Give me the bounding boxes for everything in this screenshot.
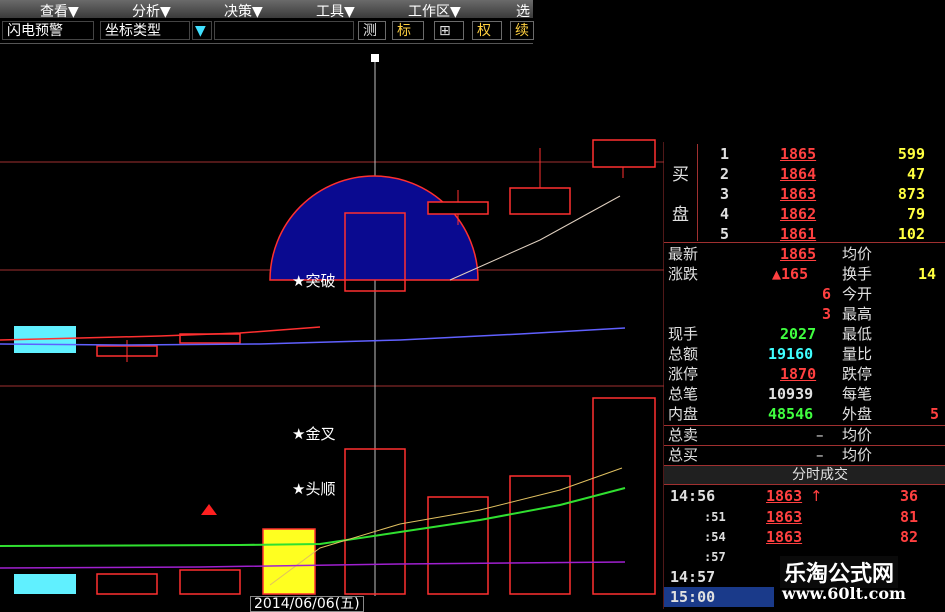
bid-price: 1864 bbox=[780, 165, 817, 183]
volume-bar bbox=[14, 574, 76, 594]
tick-header: 分时成交 bbox=[792, 467, 848, 483]
menu-bar: 查看▼ 分析▼ 决策▼ 工具▼ 工作区▼ 选 bbox=[0, 0, 533, 20]
avg3-label: 均价 bbox=[842, 446, 873, 464]
amount-label: 总额 bbox=[668, 345, 699, 363]
toolbar: 闪电预警 坐标类型 ▼ 测 标 ⊞ 权 续 bbox=[0, 18, 534, 44]
volume-bar bbox=[592, 397, 656, 595]
outer-label: 外盘 bbox=[842, 405, 873, 423]
time-highlight: 15:00 bbox=[664, 587, 774, 607]
bid-volume: 873 bbox=[897, 185, 925, 203]
continue-button[interactable]: 续 bbox=[510, 21, 534, 40]
avg-label: 均价 bbox=[842, 245, 873, 263]
bid-price: 1865 bbox=[780, 145, 817, 163]
candle bbox=[592, 139, 656, 168]
outer-value: 5 bbox=[930, 405, 940, 423]
change-value: ▲165 bbox=[772, 265, 809, 283]
date-label: 2014/06/06(五) bbox=[250, 596, 364, 612]
latest-value: 1865 bbox=[780, 245, 817, 263]
bid-price: 1862 bbox=[780, 205, 817, 223]
head-shoulder-label: ★头顺 bbox=[292, 480, 336, 498]
inner-value: 48546 bbox=[768, 405, 814, 423]
vol-ratio-label: 量比 bbox=[842, 345, 873, 363]
limit-up-label: 涨停 bbox=[668, 365, 699, 383]
total-sell-value: – bbox=[816, 426, 824, 444]
latest-label: 最新 bbox=[668, 245, 699, 263]
total-trades-value: 10939 bbox=[768, 385, 814, 403]
signal-triangle-icon bbox=[201, 504, 217, 515]
ma-line-blue bbox=[0, 327, 626, 346]
total-buy-value: – bbox=[816, 446, 824, 464]
dropdown-arrow-icon[interactable]: ▼ bbox=[192, 21, 212, 40]
buy-label-2: 盘 bbox=[672, 205, 689, 225]
volume-bar bbox=[96, 573, 158, 595]
arc-bottom-shape bbox=[269, 175, 479, 281]
candle bbox=[427, 201, 489, 215]
bid-volume: 47 bbox=[906, 165, 925, 183]
total-trades-label: 总笔 bbox=[668, 385, 699, 403]
change-label: 涨跌 bbox=[668, 265, 699, 283]
golden-cross-label: ★金叉 bbox=[292, 425, 336, 443]
kline-chart[interactable] bbox=[0, 44, 664, 609]
bid-volume: 79 bbox=[906, 205, 925, 223]
volume-bar bbox=[509, 475, 571, 595]
total-sell-label: 总卖 bbox=[668, 426, 699, 444]
tick-time: :57 bbox=[704, 550, 726, 564]
tick-header-bar[interactable]: 分时成交 bbox=[664, 466, 945, 485]
coord-type-label: 坐标类型 bbox=[100, 21, 190, 40]
high-value: 3 bbox=[822, 305, 832, 323]
up-arrow-icon: ↑ bbox=[810, 487, 823, 505]
indicator-title: 闪电预警 bbox=[2, 21, 94, 40]
tick-time: 14:57 bbox=[670, 568, 716, 586]
high-label: 最高 bbox=[842, 305, 873, 323]
volume-bar bbox=[179, 569, 241, 595]
amount-value: 19160 bbox=[768, 345, 814, 363]
current-hand-label: 现手 bbox=[668, 325, 699, 343]
bid-volume: 599 bbox=[897, 145, 925, 163]
crosshair-marker bbox=[371, 54, 379, 62]
measure-button[interactable]: 测 bbox=[358, 21, 386, 40]
candle bbox=[509, 187, 571, 215]
turnover-label: 换手 bbox=[842, 265, 873, 283]
limit-down-label: 跌停 bbox=[842, 365, 873, 383]
buy-label-1: 买 bbox=[672, 165, 689, 185]
watermark-url: www.60lt.com bbox=[782, 584, 906, 603]
mark-button[interactable]: 标 bbox=[392, 21, 424, 40]
avg2-label: 均价 bbox=[842, 426, 873, 444]
open-label: 今开 bbox=[842, 285, 873, 303]
open-value: 6 bbox=[822, 285, 832, 303]
bid-price: 1863 bbox=[780, 185, 817, 203]
total-buy-label: 总买 bbox=[668, 446, 699, 464]
inner-label: 内盘 bbox=[668, 405, 699, 423]
grid-button[interactable]: ⊞ bbox=[434, 21, 464, 40]
volume-bar bbox=[427, 496, 489, 595]
bid-volume: 102 bbox=[897, 225, 925, 243]
bid-price: 1861 bbox=[780, 225, 817, 243]
low-label: 最低 bbox=[842, 325, 873, 343]
current-hand-value: 2027 bbox=[780, 325, 817, 343]
quote-panel: 买 盘 1 1865 599 2 1864 47 3 1863 873 4 18… bbox=[664, 142, 945, 609]
limit-up-value: 1870 bbox=[780, 365, 817, 383]
per-trade-label: 每笔 bbox=[842, 385, 873, 403]
rights-button[interactable]: 权 bbox=[472, 21, 502, 40]
breakout-label: ★突破 bbox=[292, 272, 336, 290]
coord-type-select[interactable] bbox=[214, 21, 354, 40]
turnover-value: 14 bbox=[918, 265, 937, 283]
